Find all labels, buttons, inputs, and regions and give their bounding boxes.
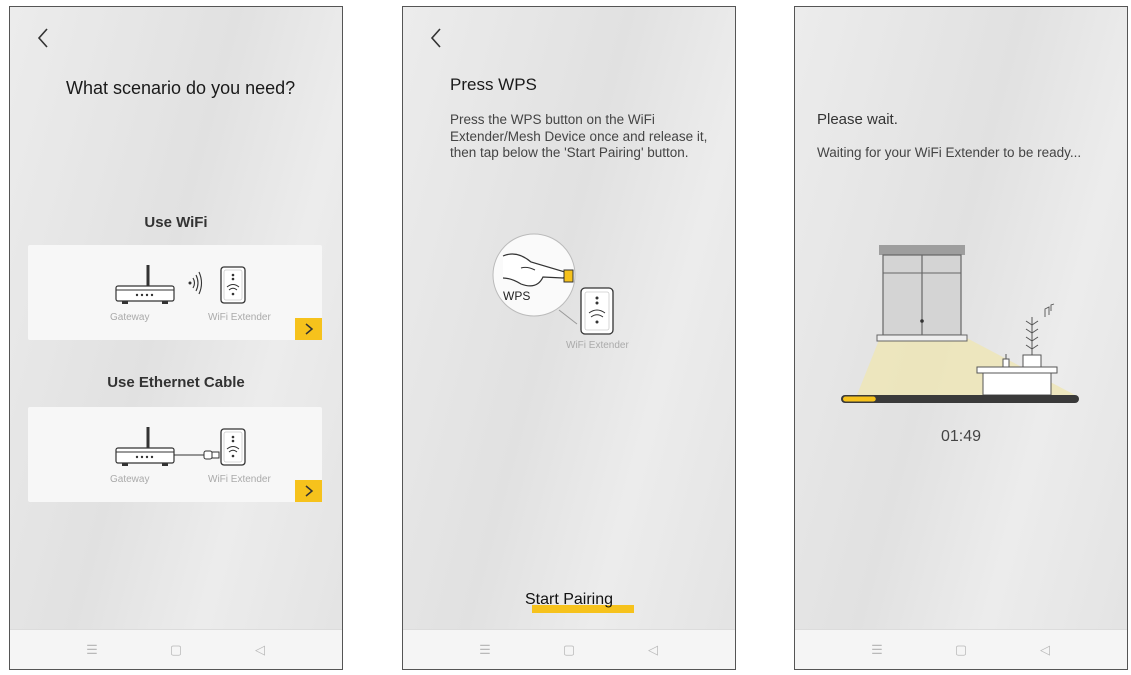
menu-icon[interactable]: ☰	[867, 642, 887, 658]
waiting-message: Waiting for your WiFi Extender to be rea…	[817, 145, 1082, 160]
press-wps-screen: Press WPS Press the WPS button on the Wi…	[402, 6, 736, 670]
chevron-right-icon	[305, 323, 313, 335]
progress-fill	[843, 396, 876, 402]
wifi-extender-label: WiFi Extender	[208, 474, 271, 485]
wps-press-illustration	[492, 233, 614, 335]
page-title: What scenario do you need?	[66, 78, 296, 98]
next-arrow-button[interactable]	[295, 480, 322, 502]
back-triangle-icon[interactable]: ◁	[1035, 642, 1055, 658]
use-ethernet-card[interactable]: Gateway WiFi Extender	[28, 407, 322, 502]
home-icon[interactable]: ▢	[559, 642, 579, 658]
back-triangle-icon[interactable]: ◁	[250, 642, 270, 658]
page-title: Please wait.	[817, 111, 898, 128]
next-arrow-button[interactable]	[295, 318, 322, 340]
please-wait-screen: Please wait. Waiting for your WiFi Exten…	[794, 6, 1128, 670]
scenario-screen: What scenario do you need? Use WiFi Gate…	[9, 6, 343, 670]
countdown-timer: 01:49	[940, 428, 982, 445]
gateway-to-extender-cable-illustration	[115, 427, 246, 466]
wifi-extender-label: WiFi Extender	[566, 340, 629, 351]
progress-bar	[841, 395, 1079, 403]
wps-instructions: Press the WPS button on the WiFi Extende…	[450, 112, 708, 160]
start-pairing-button[interactable]: Start Pairing	[403, 591, 735, 613]
back-triangle-icon[interactable]: ◁	[643, 642, 663, 658]
home-icon[interactable]: ▢	[951, 642, 971, 658]
use-ethernet-label: Use Ethernet Cable	[107, 374, 245, 391]
menu-icon[interactable]: ☰	[475, 642, 495, 658]
back-chevron-icon[interactable]	[34, 25, 54, 51]
system-nav-bar: ☰ ▢ ◁	[403, 629, 735, 669]
wifi-extender-label: WiFi Extender	[208, 312, 271, 323]
wps-label: WPS	[503, 289, 531, 303]
system-nav-bar: ☰ ▢ ◁	[795, 629, 1127, 669]
page-title: Press WPS	[450, 75, 537, 94]
gateway-label: Gateway	[110, 312, 150, 323]
gateway-to-extender-wireless-illustration	[115, 265, 246, 304]
back-chevron-icon[interactable]	[427, 25, 447, 51]
chevron-right-icon	[305, 485, 313, 497]
start-pairing-label: Start Pairing	[524, 591, 614, 608]
use-wifi-label: Use WiFi	[144, 214, 208, 231]
progress-track	[841, 395, 1079, 403]
menu-icon[interactable]: ☰	[82, 642, 102, 658]
gateway-label: Gateway	[110, 474, 150, 485]
waiting-room-illustration	[857, 245, 1075, 396]
system-nav-bar: ☰ ▢ ◁	[10, 629, 342, 669]
home-icon[interactable]: ▢	[166, 642, 186, 658]
use-wifi-card[interactable]: Gateway WiFi Extender	[28, 245, 322, 340]
